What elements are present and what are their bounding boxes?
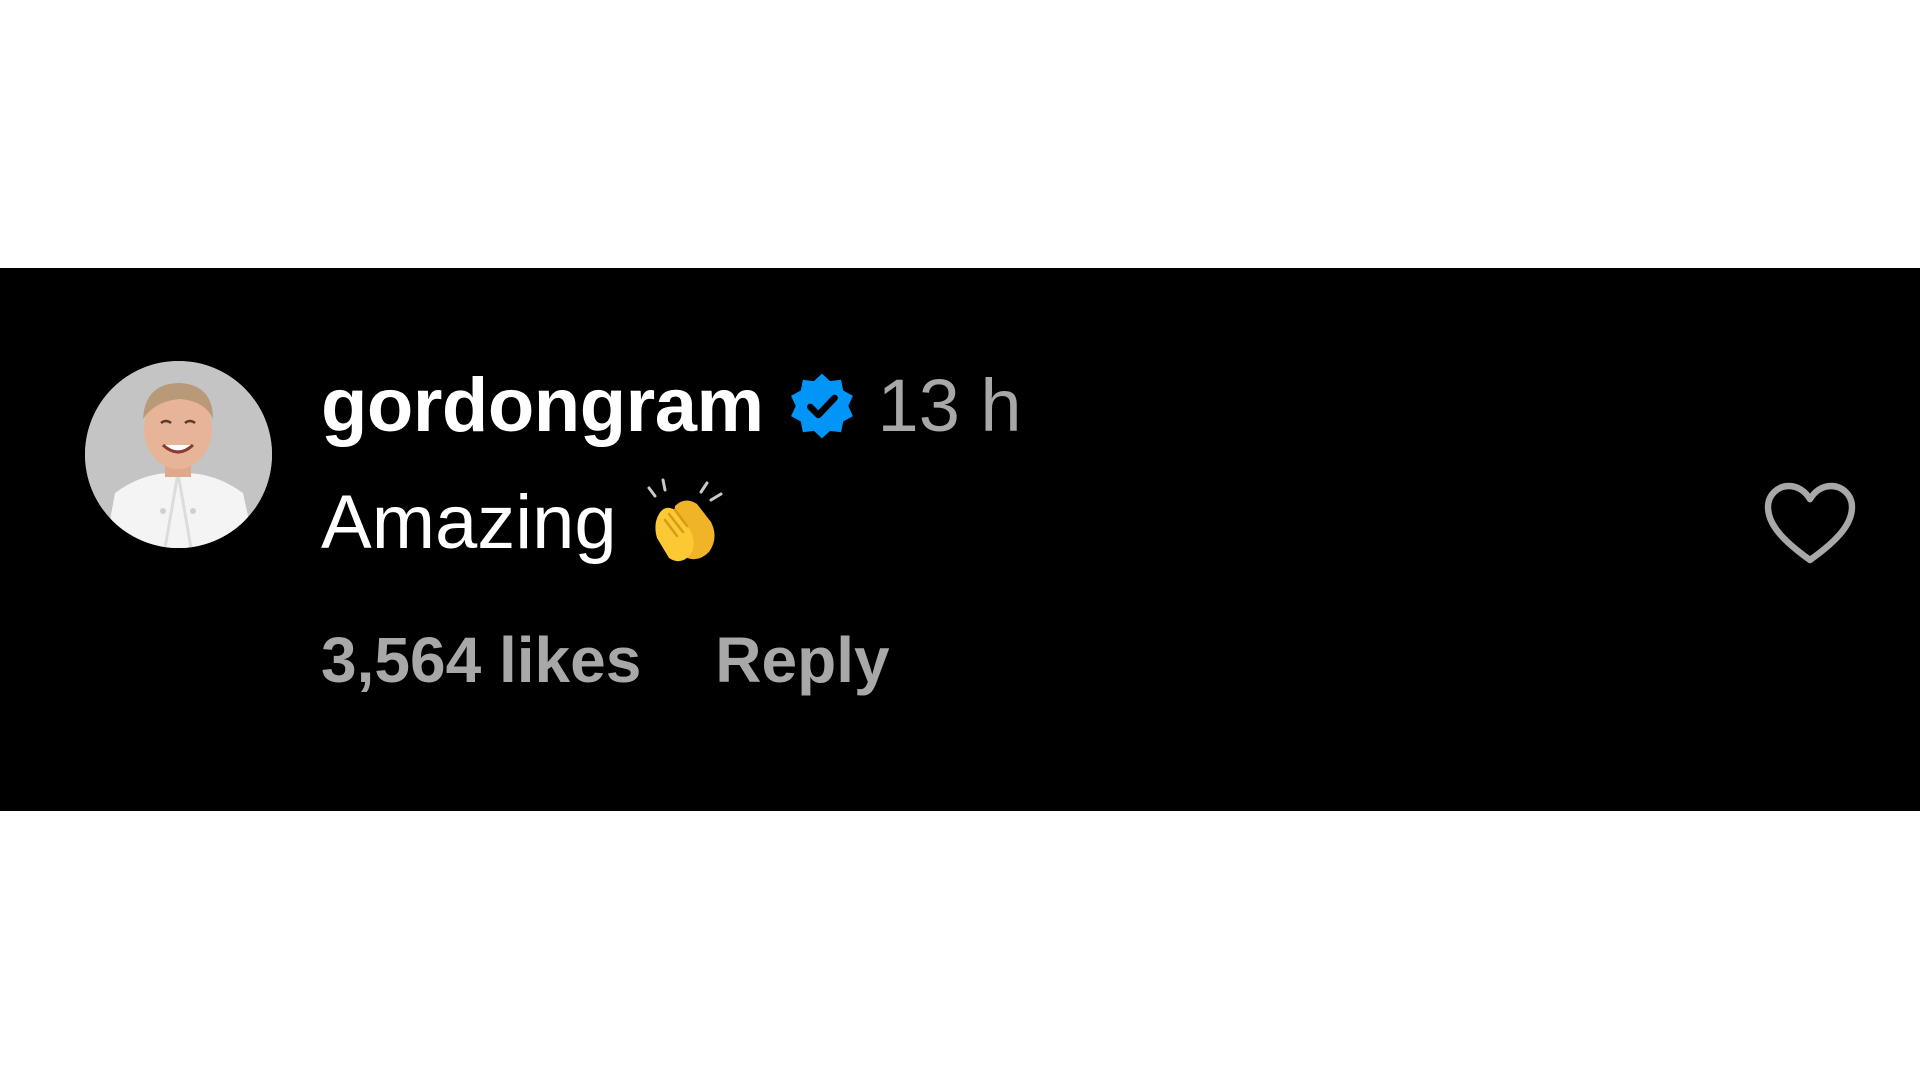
avatar[interactable] [85,361,272,548]
comment-meta: 3,564 likes Reply [321,628,890,692]
likes-count[interactable]: 3,564 likes [321,628,641,692]
page: gordongram 13 h Amazing 3,564 likes Repl… [0,0,1920,1080]
reply-button[interactable]: Reply [715,628,889,692]
comment-item: gordongram 13 h Amazing 3,564 likes Repl… [0,268,1920,811]
avatar-image [85,361,272,548]
comment-header: gordongram 13 h [321,368,1022,444]
clapping-hands-icon [645,478,725,568]
comment-timestamp[interactable]: 13 h [878,369,1022,443]
comment-body: Amazing [321,478,725,568]
verified-badge-icon [786,370,858,442]
comment-text: Amazing [321,480,617,565]
heart-outline-icon[interactable] [1762,480,1858,570]
username-link[interactable]: gordongram [321,368,764,444]
